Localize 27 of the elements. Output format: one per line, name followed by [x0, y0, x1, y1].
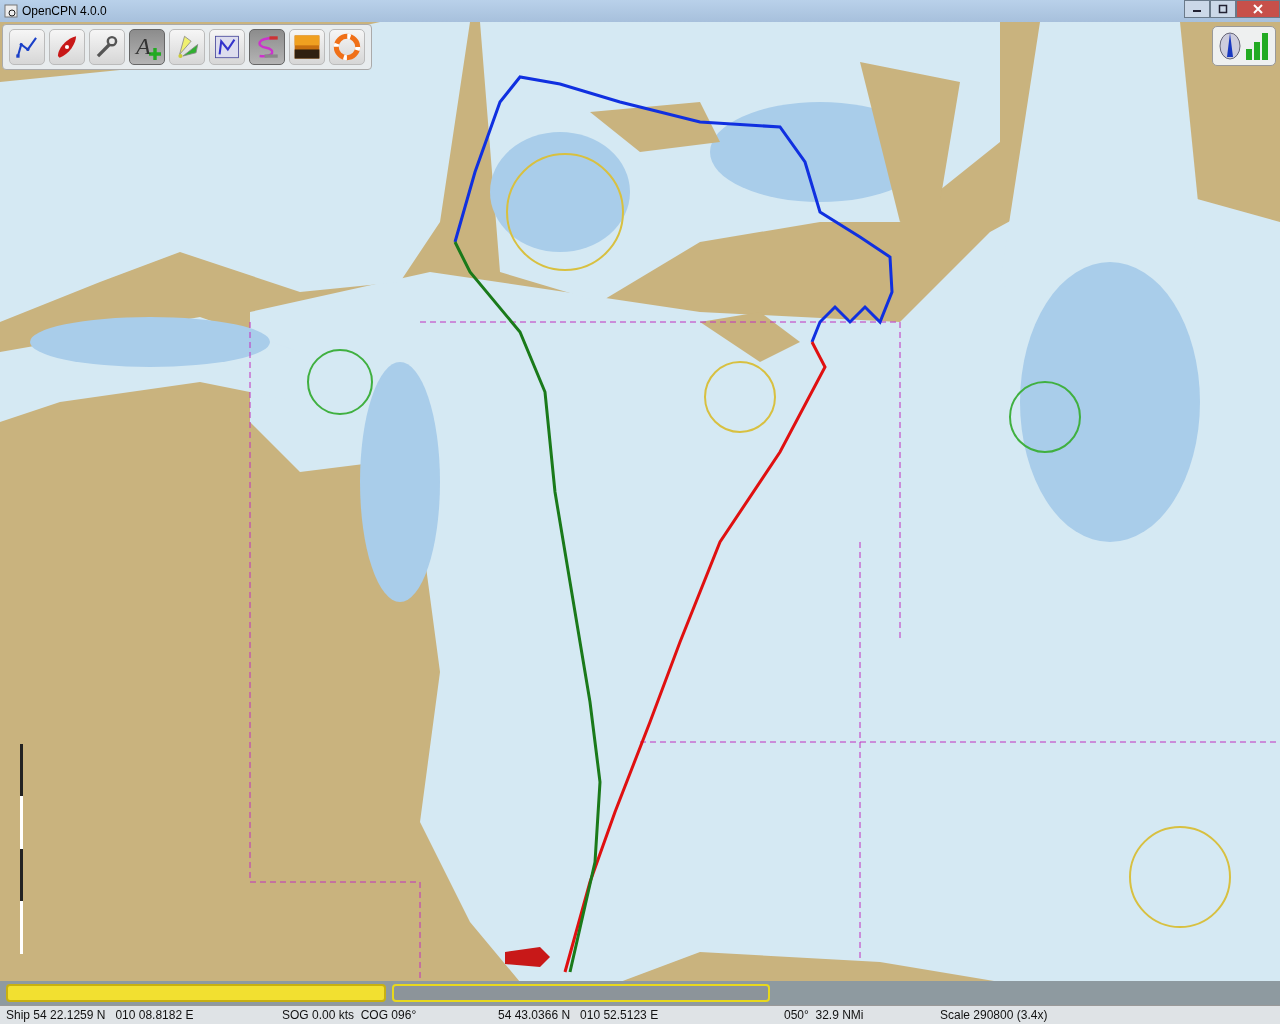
minimize-button[interactable] — [1184, 0, 1210, 18]
routes-manager-icon — [213, 33, 241, 61]
toolbar-button[interactable] — [289, 29, 325, 65]
track-line[interactable] — [563, 341, 827, 973]
toolbar-button[interactable] — [209, 29, 245, 65]
ship-icon[interactable] — [505, 947, 550, 967]
color-scheme-icon — [293, 33, 321, 61]
maximize-icon — [1218, 4, 1228, 14]
status-field: Scale 290800 (3.4x) — [934, 1008, 1170, 1022]
track-line[interactable] — [453, 241, 602, 973]
compass-icon — [1219, 31, 1241, 61]
toolbar-button[interactable] — [89, 29, 125, 65]
toolbar-button[interactable]: A — [129, 29, 165, 65]
status-field: SOG 0.00 kts COG 096° — [276, 1008, 492, 1022]
window-title: OpenCPN 4.0.0 — [22, 4, 108, 18]
status-field: Ship 54 22.1259 N 010 08.8182 E — [0, 1008, 276, 1022]
signal-icon — [1245, 31, 1269, 61]
maximize-button[interactable] — [1210, 0, 1236, 18]
track-line[interactable] — [453, 75, 894, 343]
close-icon — [1253, 4, 1263, 14]
plus-icon — [149, 48, 161, 60]
app-icon — [4, 4, 18, 18]
mob-icon — [333, 33, 361, 61]
close-button[interactable] — [1236, 0, 1280, 18]
status-field: 050° 32.9 NMi — [778, 1008, 934, 1022]
status-field: 54 43.0366 N 010 52.5123 E — [492, 1008, 778, 1022]
toolbar-button[interactable] — [9, 29, 45, 65]
